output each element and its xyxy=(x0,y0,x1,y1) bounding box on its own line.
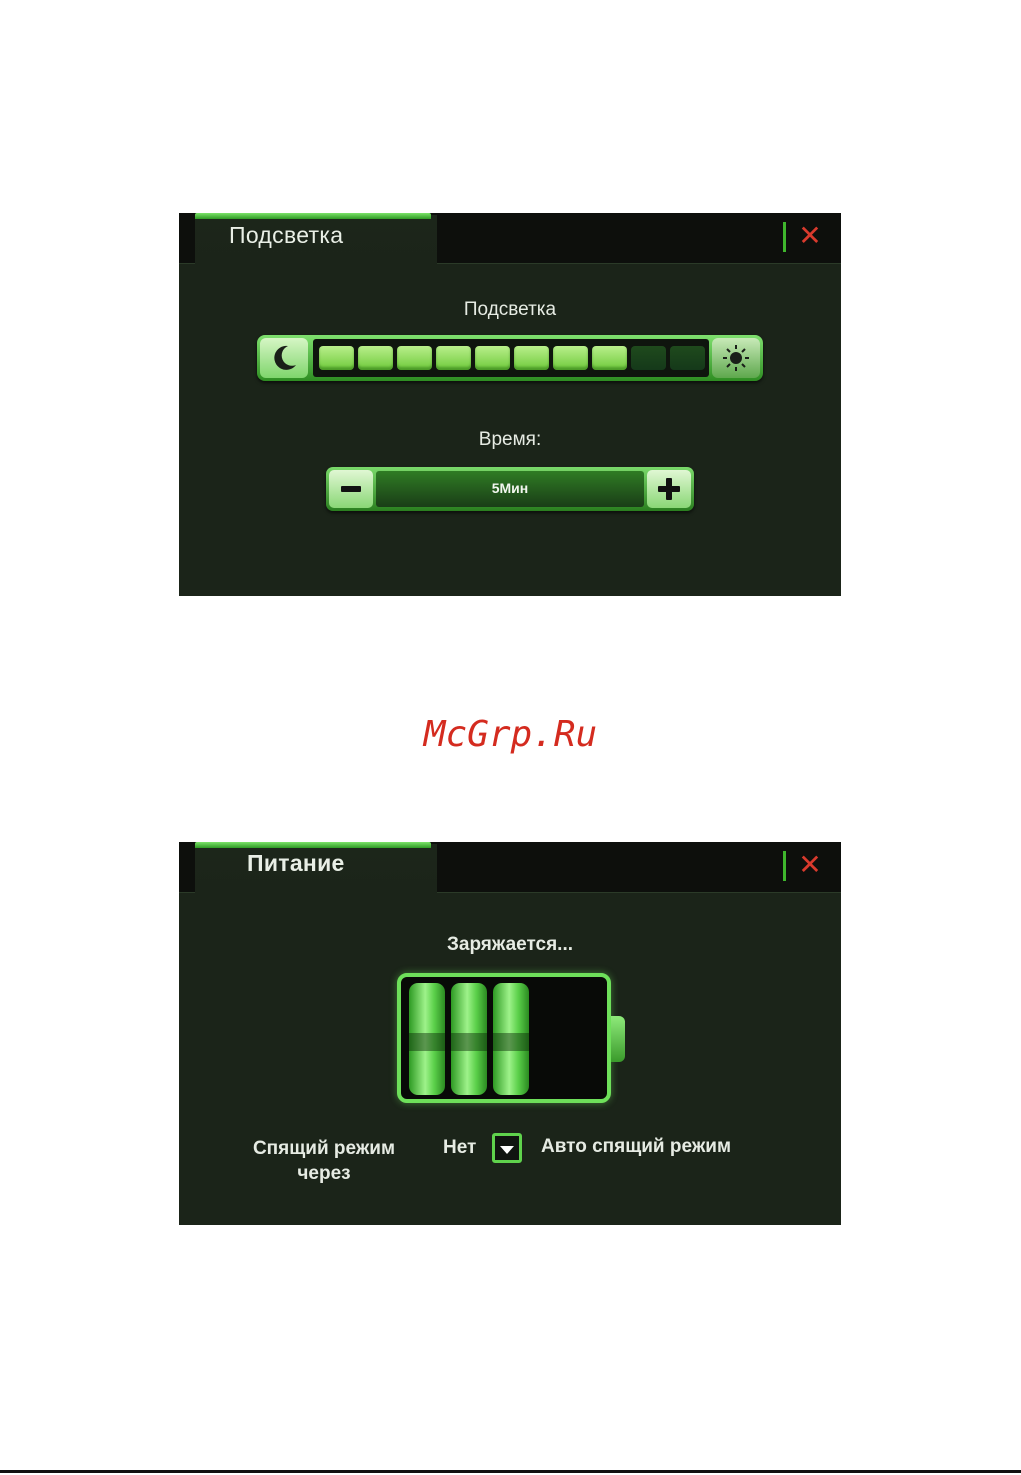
brightness-track[interactable] xyxy=(313,339,709,377)
arrow-shape xyxy=(500,1145,514,1154)
brightness-segment[interactable] xyxy=(631,346,666,370)
power-window: Питание ✕ Заряжается... Спящий режим чер… xyxy=(179,842,841,1225)
brightness-segment[interactable] xyxy=(670,346,705,370)
charging-status: Заряжается... xyxy=(446,934,574,955)
increase-button[interactable] xyxy=(647,470,691,508)
battery-cell xyxy=(451,983,487,1095)
decrease-button[interactable] xyxy=(329,470,373,508)
brightness-segment[interactable] xyxy=(553,346,588,370)
tab-highlight xyxy=(195,842,431,848)
moon-icon[interactable] xyxy=(260,338,308,378)
brightness-segment[interactable] xyxy=(436,346,471,370)
minus-icon xyxy=(341,486,361,492)
chevron-down-icon[interactable] xyxy=(492,1133,522,1163)
brightness-segment[interactable] xyxy=(592,346,627,370)
brightness-segment[interactable] xyxy=(358,346,393,370)
tab-title: Питание xyxy=(247,850,345,876)
time-label: Время: xyxy=(478,429,542,450)
sun-icon[interactable] xyxy=(712,338,760,378)
brightness-label: Подсветка xyxy=(463,299,557,320)
auto-sleep-label: Авто спящий режим xyxy=(541,1136,732,1157)
page-bottom-rule xyxy=(0,1470,1021,1473)
time-value: 5Мин xyxy=(491,480,529,496)
sleep-select[interactable]: Нет xyxy=(433,1131,525,1167)
brightness-slider[interactable] xyxy=(257,335,763,381)
close-icon[interactable]: ✕ xyxy=(797,221,823,251)
header-divider xyxy=(783,222,786,252)
sleep-after-label: Спящий режим через xyxy=(239,1136,409,1186)
sleep-label-line1: Спящий режим xyxy=(252,1138,396,1159)
watermark: McGrp.Ru xyxy=(423,714,598,755)
header-divider xyxy=(783,851,786,881)
close-icon[interactable]: ✕ xyxy=(797,850,823,880)
brightness-segment[interactable] xyxy=(514,346,549,370)
window-header: Подсветка ✕ xyxy=(179,213,841,265)
backlight-window: Подсветка ✕ Подсветка Время: 5Мин xyxy=(179,213,841,596)
sleep-select-value: Нет xyxy=(443,1137,477,1158)
brightness-segment[interactable] xyxy=(319,346,354,370)
sleep-label-line2: через xyxy=(297,1163,351,1184)
battery-cells xyxy=(409,983,529,1095)
brightness-segment[interactable] xyxy=(475,346,510,370)
brightness-segment[interactable] xyxy=(397,346,432,370)
tab-title: Подсветка xyxy=(229,222,344,248)
battery-icon xyxy=(397,973,611,1103)
battery-cell xyxy=(493,983,529,1095)
time-stepper: 5Мин xyxy=(326,467,694,511)
battery-cell xyxy=(409,983,445,1095)
tab-highlight xyxy=(195,213,431,219)
plus-icon xyxy=(658,478,680,500)
battery-terminal xyxy=(611,1016,625,1062)
time-value-field: 5Мин xyxy=(376,471,644,507)
window-header: Питание ✕ xyxy=(179,842,841,894)
